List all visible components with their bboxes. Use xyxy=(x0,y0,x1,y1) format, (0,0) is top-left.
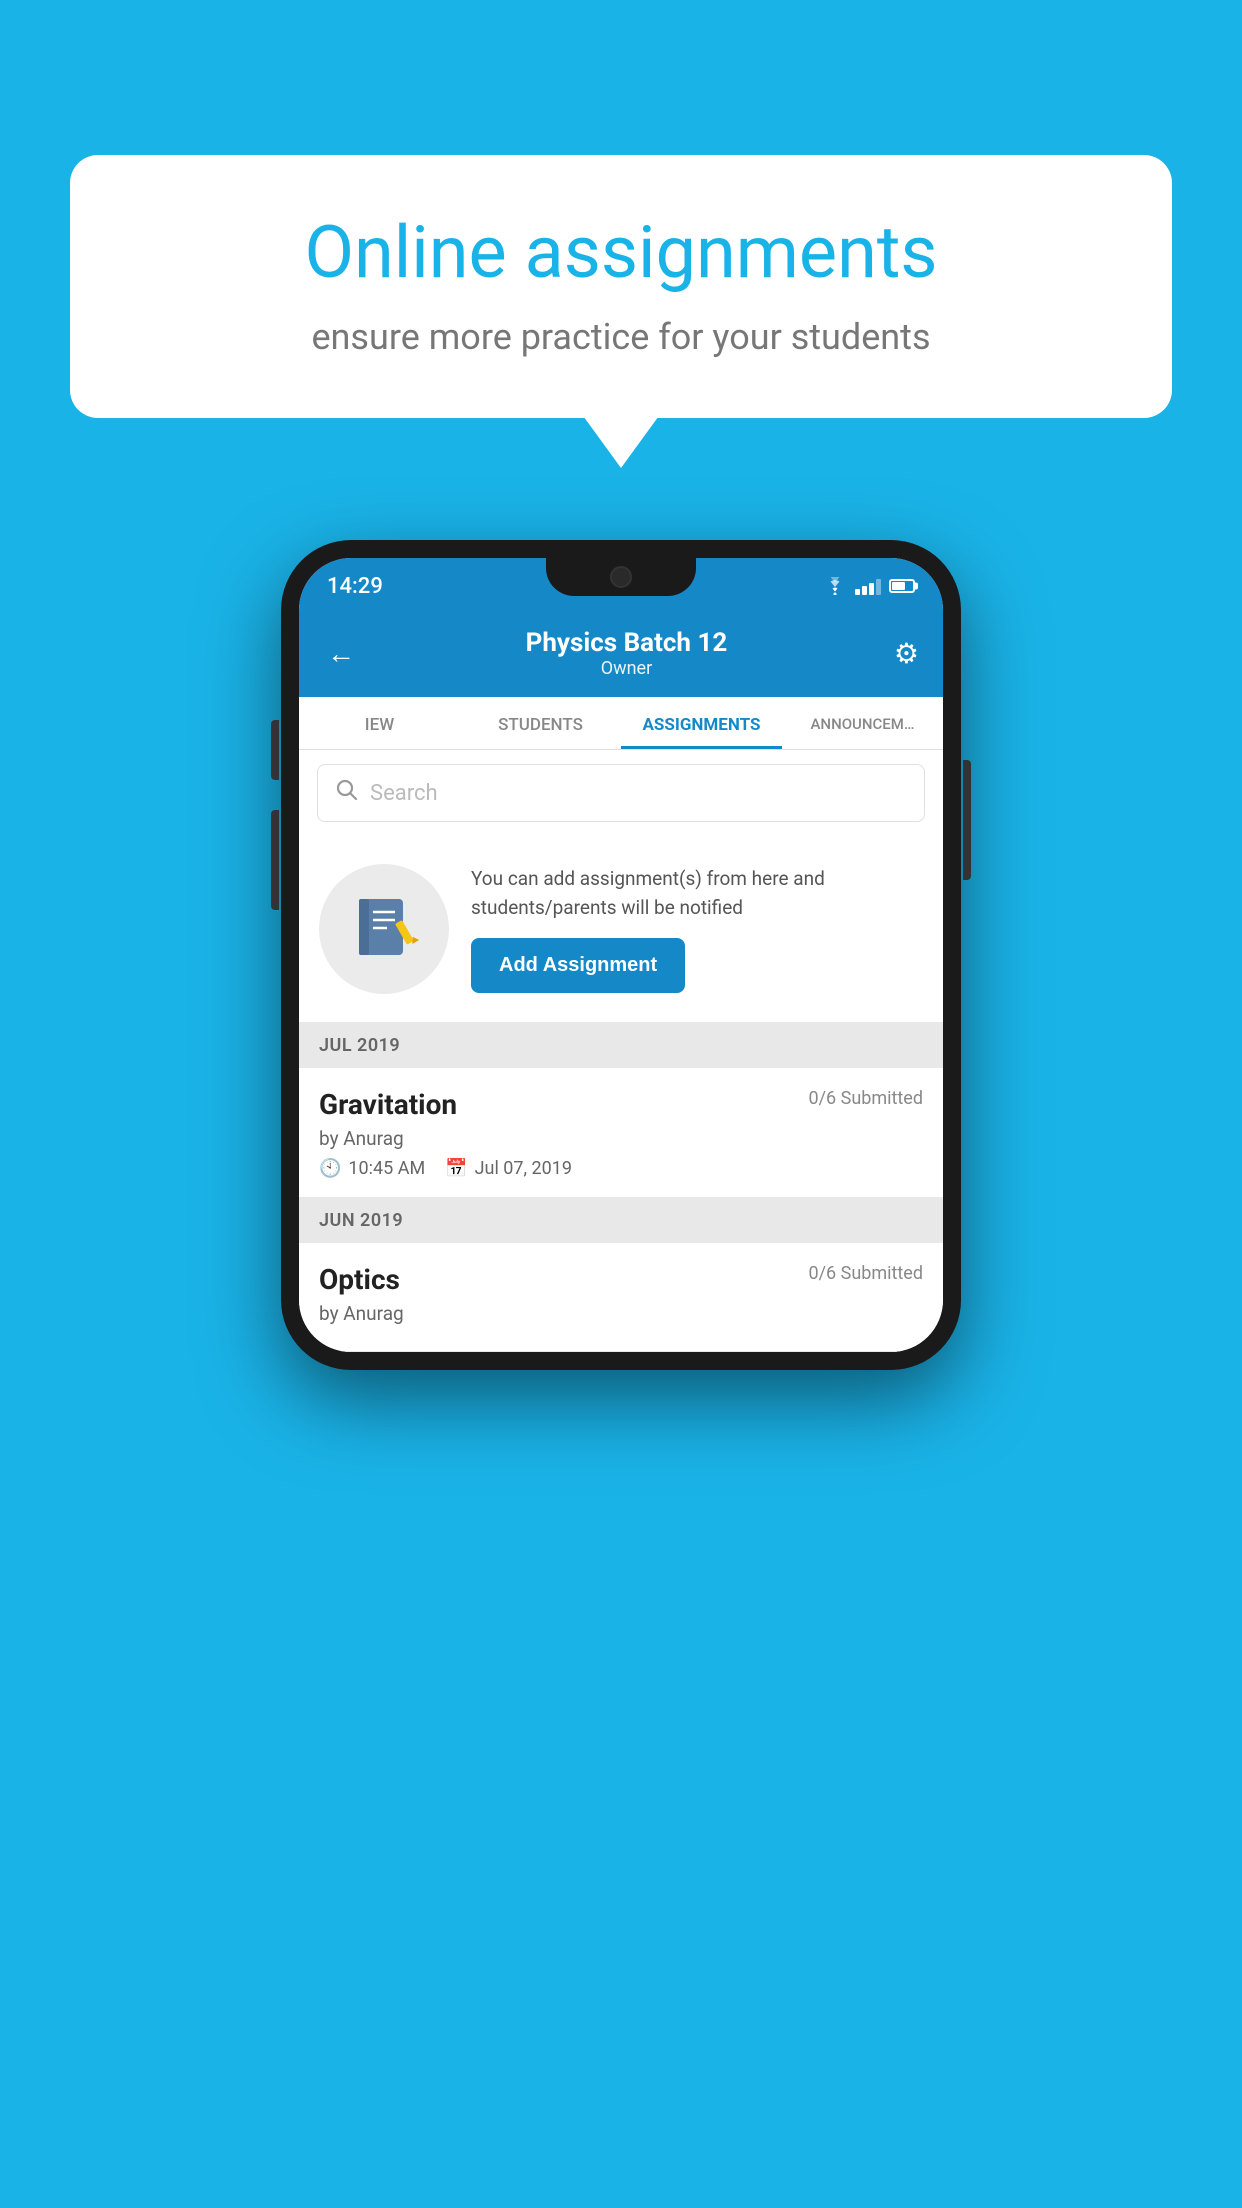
app-header: ← Physics Batch 12 Owner ⚙ xyxy=(299,610,943,697)
search-bar[interactable]: Search xyxy=(317,764,925,822)
add-assignment-button[interactable]: Add Assignment xyxy=(471,938,685,993)
battery-icon xyxy=(889,579,915,593)
meta-date-gravitation: 📅 Jul 07, 2019 xyxy=(445,1158,572,1179)
assignment-row1: Gravitation 0/6 Submitted xyxy=(319,1088,923,1121)
phone-camera xyxy=(610,566,632,588)
speech-bubble: Online assignments ensure more practice … xyxy=(70,155,1172,418)
time-value-gravitation: 10:45 AM xyxy=(348,1158,425,1179)
assignment-optics[interactable]: Optics 0/6 Submitted by Anurag xyxy=(299,1243,943,1352)
batch-title: Physics Batch 12 xyxy=(359,628,894,658)
submitted-optics: 0/6 Submitted xyxy=(809,1263,923,1284)
promo-content: You can add assignment(s) from here and … xyxy=(471,865,923,993)
assignment-by-optics: by Anurag xyxy=(319,1302,923,1325)
settings-button[interactable]: ⚙ xyxy=(894,637,919,670)
assignment-row1-optics: Optics 0/6 Submitted xyxy=(319,1263,923,1296)
bubble-subtitle: ensure more practice for your students xyxy=(130,316,1112,358)
assignment-gravitation[interactable]: Gravitation 0/6 Submitted by Anurag 🕙 10… xyxy=(299,1068,943,1198)
notebook-icon xyxy=(349,894,419,964)
phone-container: 14:29 xyxy=(281,540,961,1370)
wifi-icon xyxy=(823,577,847,595)
tab-assignments[interactable]: ASSIGNMENTS xyxy=(621,697,782,749)
promo-icon-circle xyxy=(319,864,449,994)
tab-announcements[interactable]: ANNOUNCEM… xyxy=(782,697,943,749)
section-jul-2019: JUL 2019 xyxy=(299,1023,943,1068)
section-jul-label: JUL 2019 xyxy=(319,1035,400,1056)
date-value-gravitation: Jul 07, 2019 xyxy=(475,1158,572,1179)
status-icons xyxy=(823,577,915,595)
promo-text: You can add assignment(s) from here and … xyxy=(471,865,923,922)
tab-bar: IEW STUDENTS ASSIGNMENTS ANNOUNCEM… xyxy=(299,697,943,750)
submitted-gravitation: 0/6 Submitted xyxy=(809,1088,923,1109)
tab-iew[interactable]: IEW xyxy=(299,697,460,749)
header-center: Physics Batch 12 Owner xyxy=(359,628,894,679)
batch-subtitle: Owner xyxy=(359,658,894,679)
search-container: Search xyxy=(299,750,943,836)
phone-screen: 14:29 xyxy=(299,558,943,1352)
bubble-title: Online assignments xyxy=(130,210,1112,296)
power-button xyxy=(963,760,971,880)
calendar-icon: 📅 xyxy=(445,1158,467,1179)
status-time: 14:29 xyxy=(327,574,383,599)
assignment-promo: You can add assignment(s) from here and … xyxy=(299,836,943,1023)
assignment-name-gravitation: Gravitation xyxy=(319,1088,457,1121)
volume-button-1 xyxy=(271,720,279,780)
assignment-meta-gravitation: 🕙 10:45 AM 📅 Jul 07, 2019 xyxy=(319,1158,923,1179)
tab-students[interactable]: STUDENTS xyxy=(460,697,621,749)
section-jun-label: JUN 2019 xyxy=(319,1210,403,1231)
clock-icon: 🕙 xyxy=(319,1158,341,1179)
volume-button-2 xyxy=(271,810,279,910)
meta-time-gravitation: 🕙 10:45 AM xyxy=(319,1158,425,1179)
phone-notch xyxy=(546,558,696,596)
search-placeholder: Search xyxy=(370,781,438,806)
section-jun-2019: JUN 2019 xyxy=(299,1198,943,1243)
back-button[interactable]: ← xyxy=(323,633,359,674)
assignment-by-gravitation: by Anurag xyxy=(319,1127,923,1150)
search-icon xyxy=(336,779,358,807)
speech-bubble-container: Online assignments ensure more practice … xyxy=(70,155,1172,418)
signal-icon xyxy=(855,577,881,595)
assignment-name-optics: Optics xyxy=(319,1263,400,1296)
phone-outer: 14:29 xyxy=(281,540,961,1370)
